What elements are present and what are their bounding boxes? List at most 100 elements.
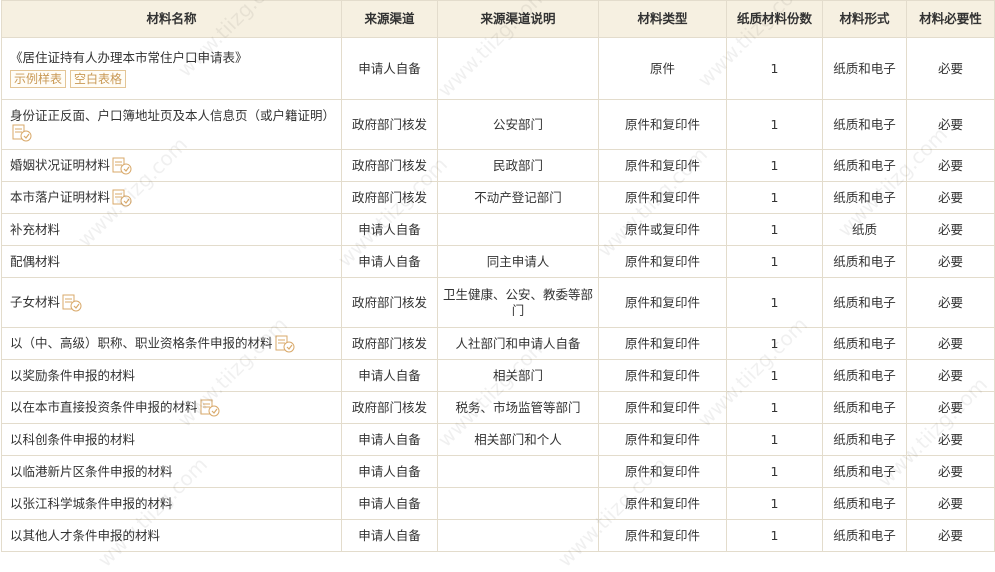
cell-paper-copies: 1	[726, 519, 823, 552]
cell-paper-copies: 1	[726, 391, 823, 424]
cell-necessity: 必要	[906, 359, 995, 392]
exempt-document-icon[interactable]	[112, 189, 132, 207]
exempt-document-icon[interactable]	[275, 335, 295, 353]
cell-paper-copies: 1	[726, 423, 823, 456]
cell-material-name: 本市落户证明材料	[1, 181, 342, 214]
cell-material-name: 以张江科学城条件申报的材料	[1, 487, 342, 520]
cell-material-form: 纸质和电子	[822, 245, 907, 278]
cell-material-type: 原件和复印件	[598, 99, 727, 150]
table-row: 配偶材料 申请人自备 同主申请人 原件和复印件 1 纸质和电子 必要	[1, 245, 995, 278]
material-name: 《居住证持有人办理本市常住户口申请表》	[10, 49, 248, 65]
cell-material-name: 婚姻状况证明材料	[1, 149, 342, 182]
exempt-document-icon[interactable]	[112, 157, 132, 175]
cell-material-type: 原件和复印件	[598, 359, 727, 392]
header-source-desc: 来源渠道说明	[437, 0, 599, 38]
cell-necessity: 必要	[906, 99, 995, 150]
material-name: 以在本市直接投资条件申报的材料	[10, 399, 198, 414]
cell-necessity: 必要	[906, 391, 995, 424]
table-row: 子女材料 政府部门核发 卫生健康、公安、教委等部门 原件和复印件 1 纸质和电子 必要	[1, 277, 995, 328]
material-name: 以（中、高级）职称、职业资格条件申报的材料	[10, 335, 273, 350]
material-name: 以科创条件申报的材料	[10, 431, 136, 447]
material-name: 婚姻状况证明材料	[10, 157, 111, 172]
cell-necessity: 必要	[906, 181, 995, 214]
table-row: 补充材料 申请人自备 原件或复印件 1 纸质 必要	[1, 213, 995, 246]
header-source-channel: 来源渠道	[341, 0, 438, 38]
cell-necessity: 必要	[906, 519, 995, 552]
table-row: 以在本市直接投资条件申报的材料 政府部门核发 税务、市场监管等部门 原件和复印件 1 纸质…	[1, 391, 995, 424]
cell-material-form: 纸质和电子	[822, 519, 907, 552]
cell-necessity: 必要	[906, 423, 995, 456]
table-row: 以张江科学城条件申报的材料 申请人自备 原件和复印件 1 纸质和电子 必要	[1, 487, 995, 520]
cell-material-type: 原件和复印件	[598, 423, 727, 456]
cell-material-name: 以临港新片区条件申报的材料	[1, 455, 342, 488]
cell-necessity: 必要	[906, 277, 995, 328]
cell-material-name: 以（中、高级）职称、职业资格条件申报的材料	[1, 327, 342, 360]
cell-paper-copies: 1	[726, 99, 823, 150]
cell-source-channel: 申请人自备	[341, 423, 438, 456]
cell-source-desc: 相关部门和个人	[437, 423, 599, 456]
cell-source-channel: 申请人自备	[341, 245, 438, 278]
cell-material-type: 原件和复印件	[598, 455, 727, 488]
cell-paper-copies: 1	[726, 487, 823, 520]
cell-source-desc: 人社部门和申请人自备	[437, 327, 599, 360]
cell-source-channel: 申请人自备	[341, 359, 438, 392]
cell-material-type: 原件和复印件	[598, 181, 727, 214]
cell-source-desc: 同主申请人	[437, 245, 599, 278]
cell-material-form: 纸质和电子	[822, 327, 907, 360]
cell-source-channel: 申请人自备	[341, 487, 438, 520]
cell-source-desc: 民政部门	[437, 149, 599, 182]
cell-source-channel: 政府部门核发	[341, 149, 438, 182]
cell-source-channel: 政府部门核发	[341, 99, 438, 150]
cell-source-desc: 公安部门	[437, 99, 599, 150]
material-name: 配偶材料	[10, 253, 61, 269]
cell-material-form: 纸质和电子	[822, 149, 907, 182]
cell-paper-copies: 1	[726, 37, 823, 100]
cell-material-type: 原件和复印件	[598, 245, 727, 278]
cell-source-desc	[437, 455, 599, 488]
cell-source-channel: 申请人自备	[341, 213, 438, 246]
cell-material-name: 以科创条件申报的材料	[1, 423, 342, 456]
cell-paper-copies: 1	[726, 327, 823, 360]
cell-material-form: 纸质和电子	[822, 455, 907, 488]
exempt-document-icon[interactable]	[200, 399, 220, 417]
cell-material-name: 子女材料	[1, 277, 342, 328]
cell-source-channel: 申请人自备	[341, 455, 438, 488]
cell-material-form: 纸质和电子	[822, 99, 907, 150]
exempt-document-icon[interactable]	[12, 124, 32, 142]
table-row: 以奖励条件申报的材料 申请人自备 相关部门 原件和复印件 1 纸质和电子 必要	[1, 359, 995, 392]
cell-material-form: 纸质和电子	[822, 181, 907, 214]
table-body: 《居住证持有人办理本市常住户口申请表》 示例样表 空白表格 申请人自备 原件 1 纸质和电子…	[1, 37, 995, 552]
cell-paper-copies: 1	[726, 245, 823, 278]
cell-necessity: 必要	[906, 455, 995, 488]
table-row: 《居住证持有人办理本市常住户口申请表》 示例样表 空白表格 申请人自备 原件 1 纸质和电子…	[1, 37, 995, 100]
cell-material-type: 原件和复印件	[598, 391, 727, 424]
exempt-document-icon[interactable]	[62, 294, 82, 312]
cell-paper-copies: 1	[726, 455, 823, 488]
cell-material-type: 原件和复印件	[598, 277, 727, 328]
cell-material-form: 纸质和电子	[822, 391, 907, 424]
cell-necessity: 必要	[906, 213, 995, 246]
cell-paper-copies: 1	[726, 359, 823, 392]
cell-material-name: 身份证正反面、户口簿地址页及本人信息页（或户籍证明）	[1, 99, 342, 150]
material-name: 以其他人才条件申报的材料	[10, 527, 161, 543]
cell-paper-copies: 1	[726, 149, 823, 182]
table-row: 本市落户证明材料 政府部门核发 不动产登记部门 原件和复印件 1 纸质和电子 必要	[1, 181, 995, 214]
cell-material-type: 原件和复印件	[598, 327, 727, 360]
header-material-type: 材料类型	[598, 0, 727, 38]
cell-material-type: 原件和复印件	[598, 487, 727, 520]
cell-material-type: 原件或复印件	[598, 213, 727, 246]
table-row: 以科创条件申报的材料 申请人自备 相关部门和个人 原件和复印件 1 纸质和电子 必要	[1, 423, 995, 456]
cell-paper-copies: 1	[726, 213, 823, 246]
sample-form-button[interactable]: 示例样表	[10, 69, 67, 88]
cell-source-channel: 政府部门核发	[341, 181, 438, 214]
cell-material-form: 纸质和电子	[822, 359, 907, 392]
cell-necessity: 必要	[906, 37, 995, 100]
header-necessity: 材料必要性	[906, 0, 995, 38]
cell-material-type: 原件和复印件	[598, 149, 727, 182]
cell-paper-copies: 1	[726, 181, 823, 214]
table-row: 以其他人才条件申报的材料 申请人自备 原件和复印件 1 纸质和电子 必要	[1, 519, 995, 552]
table-row: 以（中、高级）职称、职业资格条件申报的材料 政府部门核发 人社部门和申请人自备 原件和…	[1, 327, 995, 360]
cell-material-name: 以其他人才条件申报的材料	[1, 519, 342, 552]
blank-form-button[interactable]: 空白表格	[70, 69, 127, 88]
header-material-name: 材料名称	[1, 0, 342, 38]
